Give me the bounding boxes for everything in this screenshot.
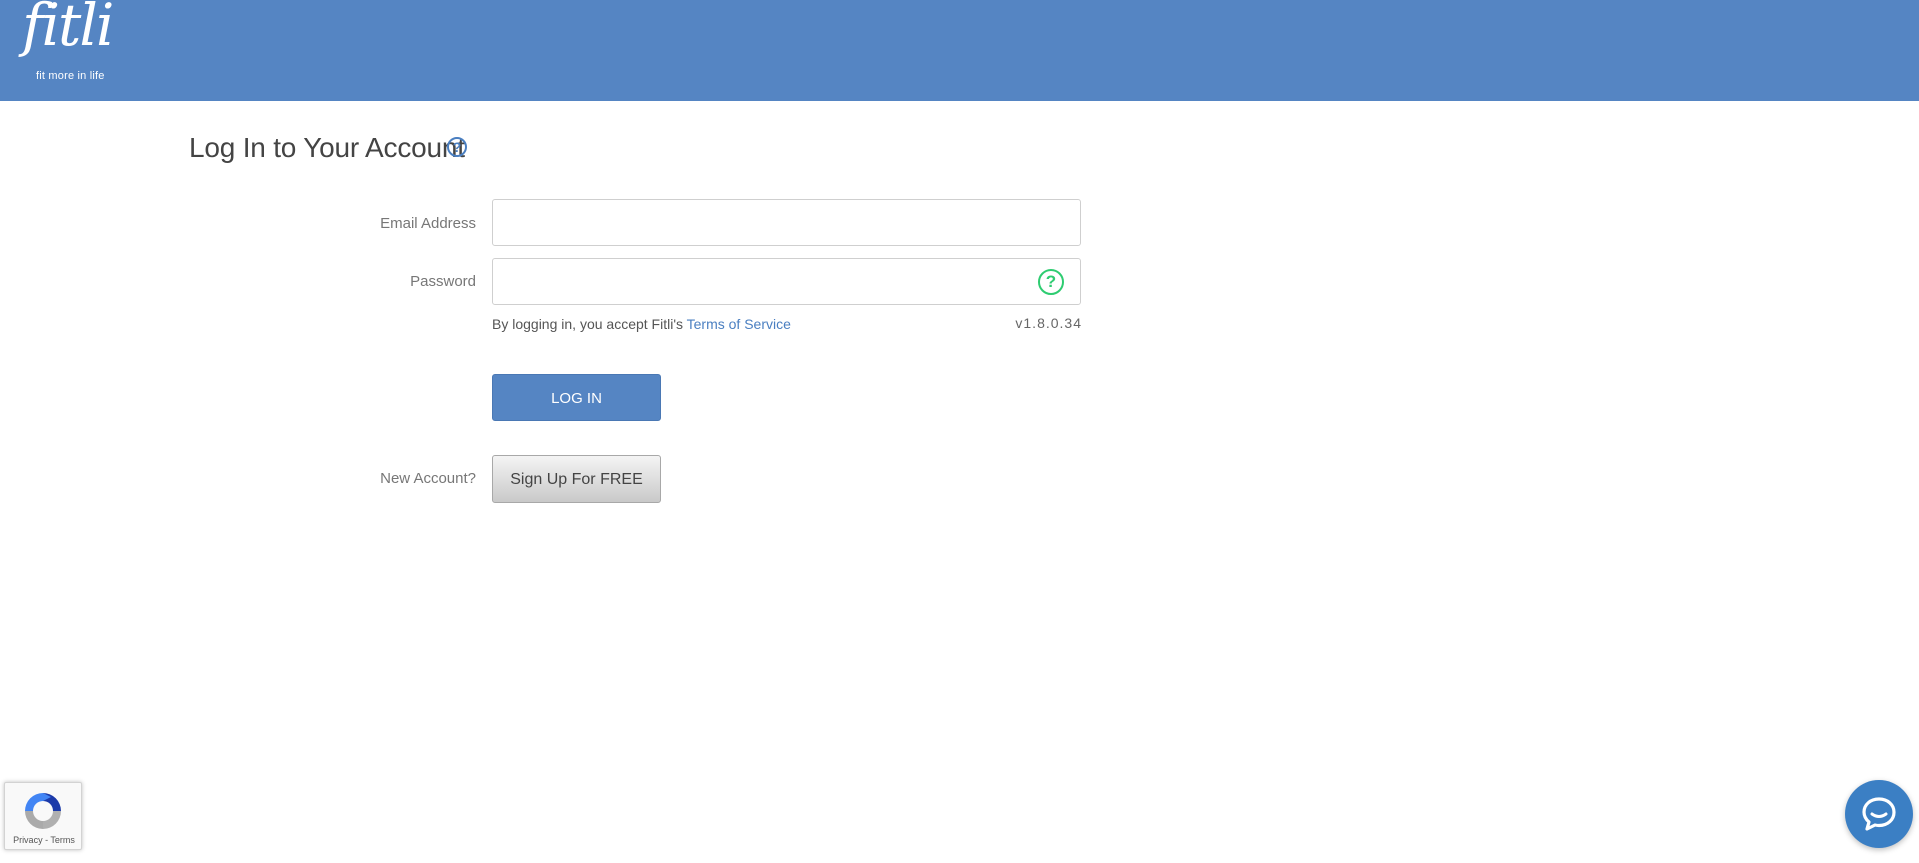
- page-title: Log In to Your Account: [189, 132, 465, 163]
- recaptcha-links: Privacy - Terms: [5, 835, 83, 845]
- logo-wordmark: fitli: [22, 0, 114, 59]
- recaptcha-privacy-link[interactable]: Privacy: [13, 835, 43, 845]
- recaptcha-badge[interactable]: Privacy - Terms: [4, 782, 82, 850]
- version-label: v1.8.0.34: [1015, 315, 1082, 331]
- password-help-question-icon[interactable]: ?: [1038, 269, 1064, 295]
- question-circle-icon[interactable]: ?: [447, 137, 467, 157]
- password-field[interactable]: [492, 258, 1081, 305]
- terms-notice: By logging in, you accept Fitli's Terms …: [492, 316, 791, 332]
- email-label: Email Address: [380, 215, 476, 232]
- recaptcha-terms-link[interactable]: Terms: [50, 835, 75, 845]
- top-header: fitli fit more in life: [0, 0, 1919, 101]
- chat-launcher-button[interactable]: [1845, 780, 1913, 848]
- fitli-logo[interactable]: fitli fit more in life: [14, 0, 114, 90]
- terms-prefix: By logging in, you accept Fitli's: [492, 316, 683, 332]
- login-button[interactable]: LOG IN: [492, 374, 661, 421]
- signup-button[interactable]: Sign Up For FREE: [492, 455, 661, 503]
- new-account-label: New Account?: [380, 470, 476, 487]
- password-label: Password: [410, 273, 476, 290]
- logo-tagline: fit more in life: [36, 70, 105, 82]
- chat-bubble-icon: [1862, 797, 1896, 831]
- terms-of-service-link[interactable]: Terms of Service: [687, 316, 791, 332]
- email-field[interactable]: [492, 199, 1081, 246]
- recaptcha-icon: [25, 793, 61, 829]
